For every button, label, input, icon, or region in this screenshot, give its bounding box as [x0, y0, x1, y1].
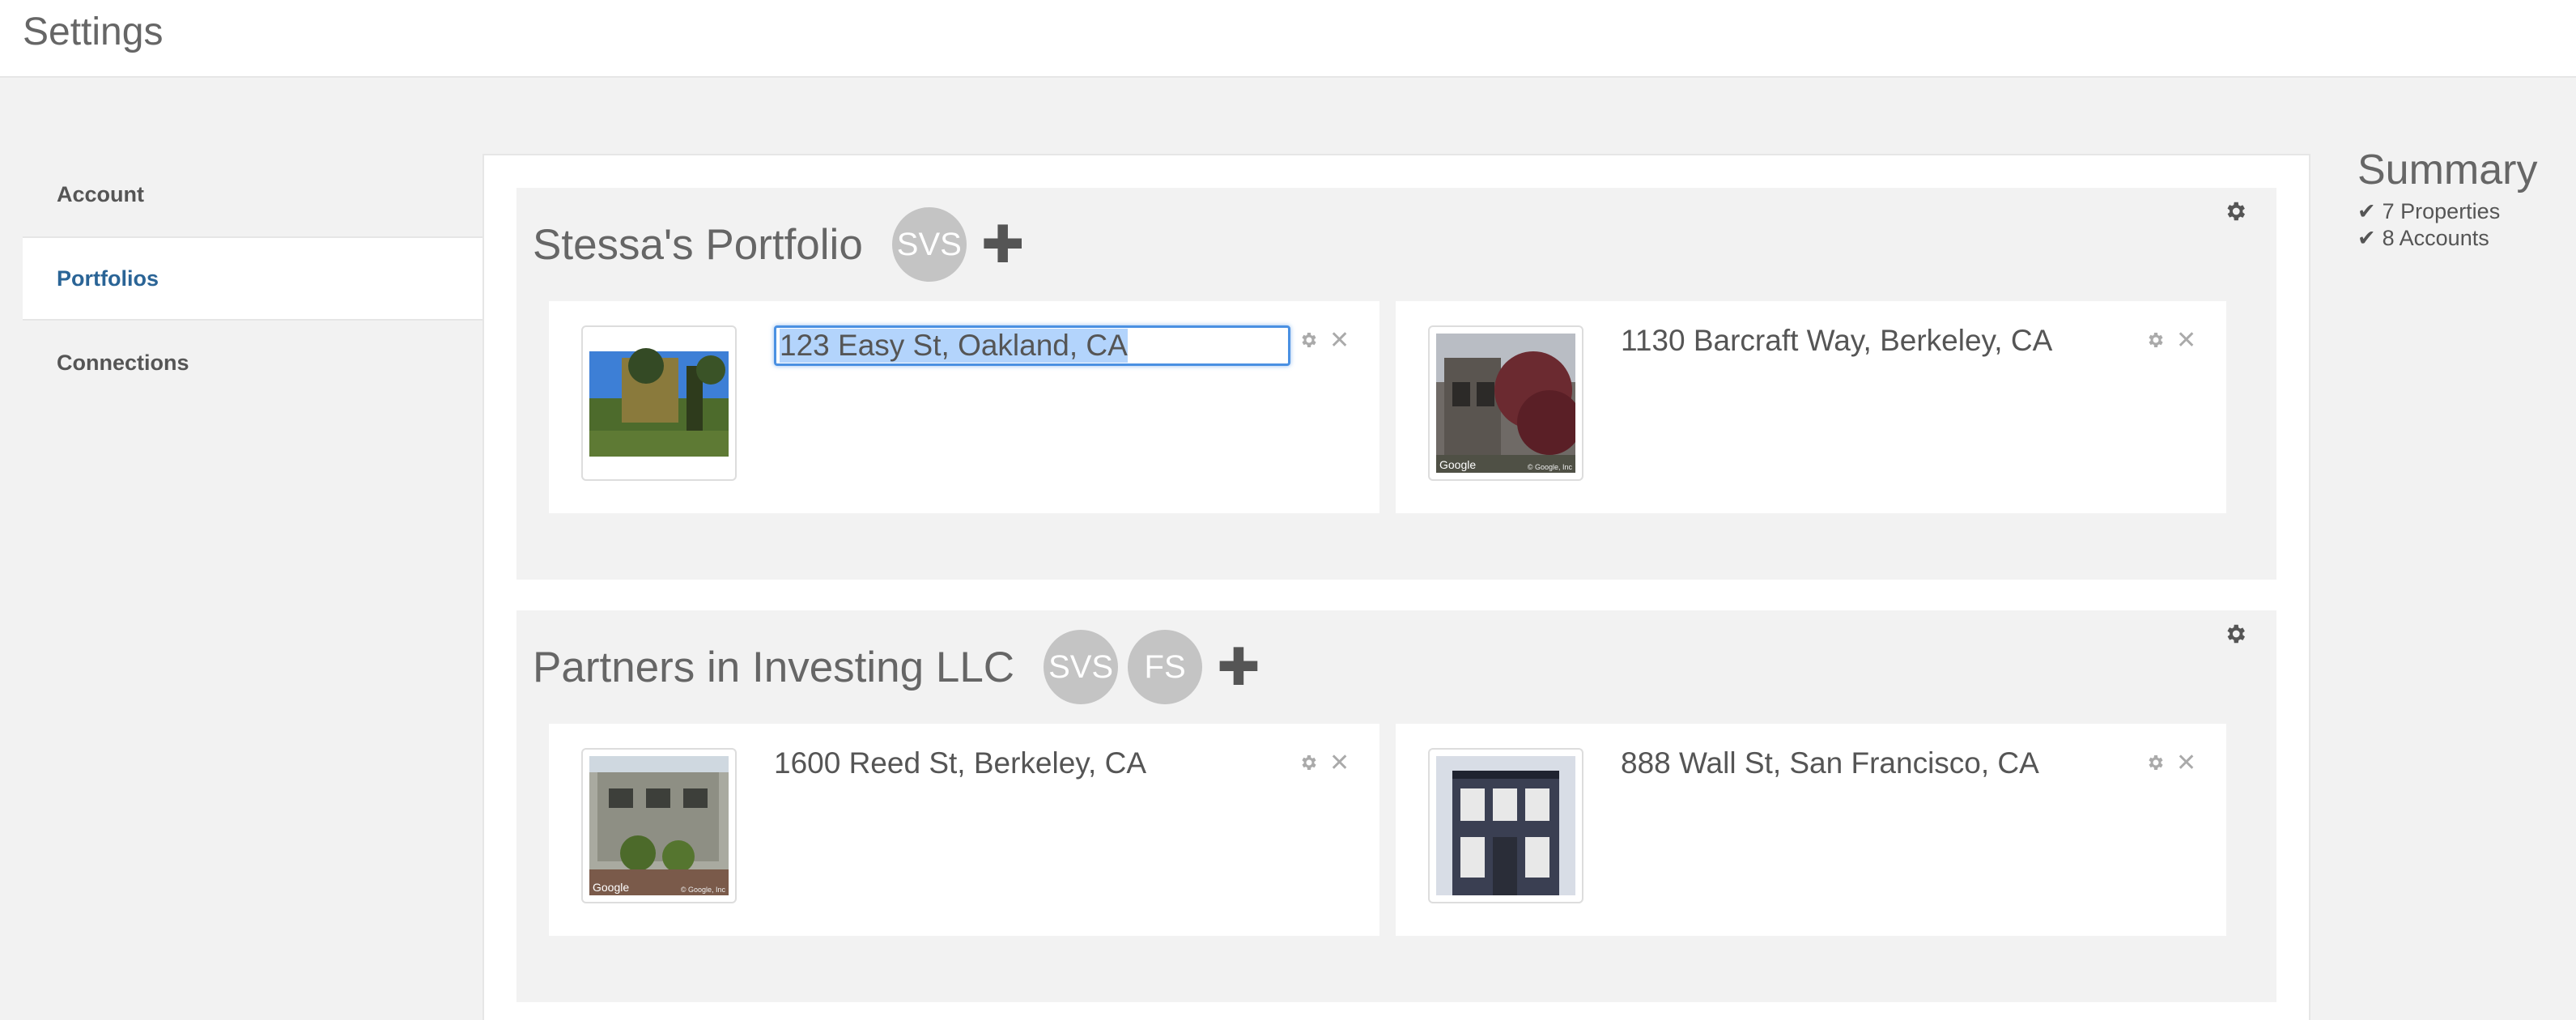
- google-watermark: Google: [593, 881, 630, 894]
- portfolio-settings-gear-icon[interactable]: [2223, 622, 2247, 646]
- member-avatar[interactable]: SVS: [1044, 630, 1119, 704]
- portfolio-name: Partners in Investing LLC: [533, 643, 1015, 691]
- property-address[interactable]: 1130 Barcraft Way, Berkeley, CA: [1621, 324, 2052, 358]
- property-card: Google © Google, Inc 1600 Reed St, Berke…: [549, 724, 1379, 936]
- property-settings-gear-icon[interactable]: [1299, 330, 1318, 350]
- summary-properties: 7 Properties: [2382, 199, 2501, 223]
- property-thumbnail[interactable]: [581, 325, 737, 481]
- property-settings-gear-icon[interactable]: [2145, 753, 2165, 772]
- top-bar: Settings: [0, 0, 2576, 78]
- copyright-label: © Google, Inc: [680, 886, 725, 894]
- portfolio-card: Stessa's Portfolio SVS ✚ 123 Easy St, Oa…: [516, 188, 2276, 580]
- property-settings-gear-icon[interactable]: [1299, 753, 1318, 772]
- property-address[interactable]: 888 Wall St, San Francisco, CA: [1621, 746, 2039, 780]
- member-avatar[interactable]: FS: [1128, 630, 1203, 704]
- copyright-label: © Google, Inc: [1527, 463, 1572, 471]
- property-photo: [589, 334, 729, 473]
- add-member-plus-icon[interactable]: ✚: [981, 219, 1025, 270]
- sidebar-item-account[interactable]: Account: [23, 152, 482, 236]
- property-card: 888 Wall St, San Francisco, CA ✕: [1396, 724, 2226, 936]
- sidebar-item-connections[interactable]: Connections: [23, 321, 482, 405]
- property-photo: [1436, 756, 1575, 895]
- property-photo: [1436, 334, 1575, 473]
- check-icon: ✔: [2357, 226, 2376, 250]
- portfolio-settings-gear-icon[interactable]: [2223, 199, 2247, 223]
- sidebar-nav: Account Portfolios Connections: [23, 152, 482, 405]
- property-card: Google © Google, Inc 1130 Barcraft Way, …: [1396, 301, 2226, 513]
- remove-property-close-icon[interactable]: ✕: [2176, 329, 2196, 353]
- summary-line: ✔ 7 Properties: [2357, 199, 2537, 224]
- property-thumbnail[interactable]: Google © Google, Inc: [1428, 325, 1583, 481]
- remove-property-close-icon[interactable]: ✕: [1329, 329, 1350, 353]
- property-thumbnail[interactable]: [1428, 748, 1583, 903]
- check-icon: ✔: [2357, 199, 2376, 223]
- summary-panel: Summary ✔ 7 Properties ✔ 8 Accounts: [2357, 146, 2537, 251]
- property-photo: [589, 756, 729, 895]
- member-avatar[interactable]: SVS: [891, 207, 967, 282]
- sidebar-item-portfolios[interactable]: Portfolios: [23, 236, 482, 321]
- portfolio-name: Stessa's Portfolio: [533, 220, 863, 269]
- property-thumbnail[interactable]: Google © Google, Inc: [581, 748, 737, 903]
- property-settings-gear-icon[interactable]: [2145, 330, 2165, 350]
- remove-property-close-icon[interactable]: ✕: [1329, 751, 1350, 776]
- portfolio-card: Partners in Investing LLC SVS FS ✚ Googl…: [516, 610, 2276, 1002]
- portfolios-panel: Stessa's Portfolio SVS ✚ 123 Easy St, Oa…: [482, 154, 2310, 1020]
- page-title: Settings: [23, 11, 164, 53]
- remove-property-close-icon[interactable]: ✕: [2176, 751, 2196, 776]
- summary-line: ✔ 8 Accounts: [2357, 226, 2537, 251]
- add-member-plus-icon[interactable]: ✚: [1217, 641, 1260, 693]
- summary-title: Summary: [2357, 147, 2538, 193]
- summary-accounts: 8 Accounts: [2382, 226, 2489, 250]
- property-address[interactable]: 1600 Reed St, Berkeley, CA: [774, 746, 1146, 780]
- google-watermark: Google: [1439, 458, 1477, 471]
- property-card: 123 Easy St, Oakland, CA ✕: [549, 301, 1379, 513]
- property-address-input[interactable]: 123 Easy St, Oakland, CA: [774, 325, 1290, 366]
